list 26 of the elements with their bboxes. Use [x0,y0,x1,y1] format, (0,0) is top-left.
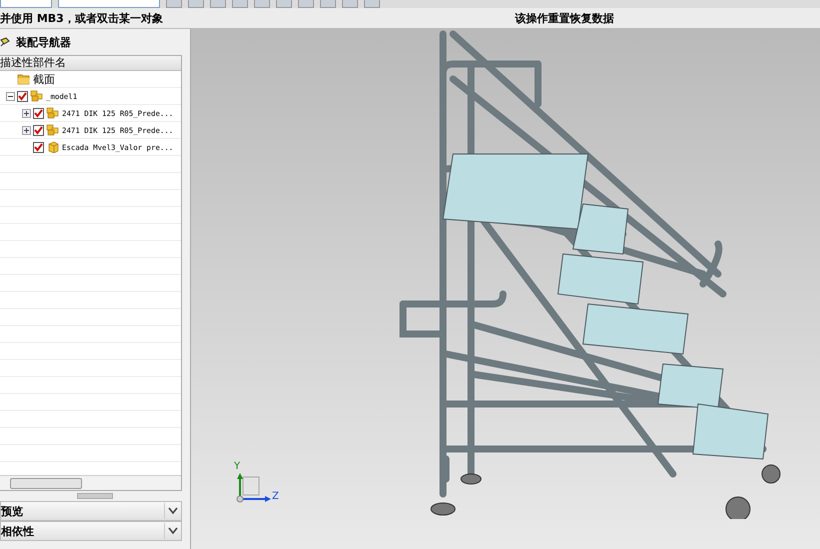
tree-item-label: 截面 [33,72,55,86]
column-header[interactable]: 描述性部件名 [0,56,181,71]
status-message: 该操作重置恢复数据 [515,10,614,26]
checkbox[interactable] [33,124,44,136]
navigator-title: 装配导航器 [16,34,71,50]
expander-icon[interactable] [22,108,31,118]
cube-icon [46,141,60,153]
scrollbar-thumb[interactable] [10,478,82,489]
splitter-handle[interactable] [77,493,113,499]
horizontal-scrollbar[interactable] [0,475,181,490]
assembly-icon [30,90,44,102]
tree-row[interactable]: 截面 [0,71,181,88]
checkbox[interactable] [33,142,44,152]
checkbox[interactable] [33,108,44,118]
axis-label: Z [272,491,279,502]
expander-icon[interactable] [6,92,15,100]
checkbox[interactable] [17,90,28,102]
axis-label: Y [234,461,240,472]
status-prompt: 并使用 MB3，或者双击某一对象 [0,10,164,26]
folder-icon [17,73,31,85]
assembly-icon [46,107,60,119]
pin-icon[interactable] [0,37,10,47]
collapsible-panel-header[interactable]: 预览 [0,501,182,521]
assembly-icon [46,124,60,136]
collapsible-panel-header[interactable]: 相依性 [0,521,182,541]
expander-icon[interactable] [22,126,31,134]
